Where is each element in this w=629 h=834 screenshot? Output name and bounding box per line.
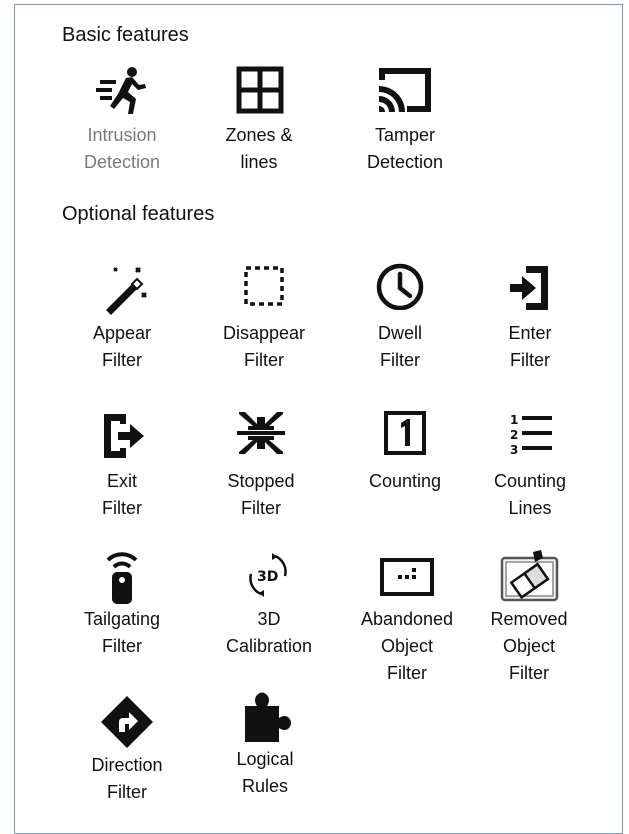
svg-text:3D: 3D — [257, 569, 278, 585]
svg-text:2: 2 — [510, 428, 518, 442]
feature-dwell-filter: Dwell Filter — [335, 262, 465, 374]
dashed-square-icon — [234, 262, 294, 318]
feature-enter-filter: Enter Filter — [465, 262, 595, 374]
feature-disappear-filter: Disappear Filter — [199, 262, 329, 374]
eraser-box-icon — [499, 548, 559, 604]
sign-out-icon — [92, 410, 152, 466]
svg-text:1: 1 — [510, 413, 518, 427]
svg-text:3: 3 — [510, 443, 518, 456]
clock-icon — [370, 262, 430, 318]
puzzle-piece-icon — [235, 688, 295, 744]
feature-direction-filter: Direction Filter — [62, 694, 192, 806]
remote-signal-icon — [92, 548, 152, 604]
dotted-box-icon — [377, 548, 437, 604]
feature-tamper-detection: Tamper Detection — [340, 64, 470, 176]
feature-logical-rules: Logical Rules — [200, 688, 330, 800]
feature-stopped-filter: Stopped Filter — [196, 410, 326, 522]
numbered-box-icon — [375, 410, 435, 466]
converge-arrows-icon — [231, 410, 291, 466]
feature-label: Tailgating Filter — [83, 609, 161, 656]
feature-counting: Counting — [340, 410, 470, 495]
feature-zones-lines: Zones & lines — [194, 64, 324, 176]
feature-label: Removed Object Filter — [490, 609, 568, 683]
feature-exit-filter: Exit Filter — [57, 410, 187, 522]
grid-icon — [229, 64, 289, 120]
feature-label: 3D Calibration — [225, 609, 313, 656]
feature-label: Disappear Filter — [222, 323, 306, 370]
feature-label: Stopped Filter — [227, 471, 295, 518]
feature-counting-lines: 1 2 3 Counting Lines — [465, 410, 595, 522]
feature-intrusion-detection: Intrusion Detection — [57, 64, 187, 176]
feature-label: Tamper Detection — [366, 125, 444, 172]
magic-wand-icon — [92, 262, 152, 318]
feature-label: Exit Filter — [102, 471, 142, 518]
feature-tailgating-filter: Tailgating Filter — [57, 548, 187, 660]
feature-3d-calibration: 3D 3D Calibration — [204, 548, 334, 660]
sign-in-icon — [500, 262, 560, 318]
running-person-icon — [92, 64, 152, 120]
feature-label: Counting Lines — [493, 471, 567, 518]
feature-label: Zones & lines — [225, 125, 293, 172]
feature-label: Abandoned Object Filter — [360, 609, 454, 683]
optional-features-heading: Optional features — [62, 203, 215, 225]
feature-label: Counting — [368, 471, 442, 491]
basic-features-heading: Basic features — [62, 24, 189, 46]
feature-label: Dwell Filter — [377, 323, 422, 370]
feature-label: Intrusion Detection — [83, 125, 161, 172]
cast-screen-icon — [375, 64, 435, 120]
feature-appear-filter: Appear Filter — [57, 262, 187, 374]
feature-removed-object-filter: Removed Object Filter — [464, 548, 594, 687]
feature-abandoned-object-filter: Abandoned Object Filter — [342, 548, 472, 687]
numbered-list-icon: 1 2 3 — [500, 410, 560, 466]
feature-label: Appear Filter — [92, 323, 152, 370]
3d-rotate-icon: 3D — [239, 548, 299, 604]
feature-label: Direction Filter — [91, 755, 163, 802]
feature-label: Enter Filter — [508, 323, 552, 370]
feature-label: Logical Rules — [236, 749, 294, 796]
direction-sign-icon — [97, 694, 157, 750]
